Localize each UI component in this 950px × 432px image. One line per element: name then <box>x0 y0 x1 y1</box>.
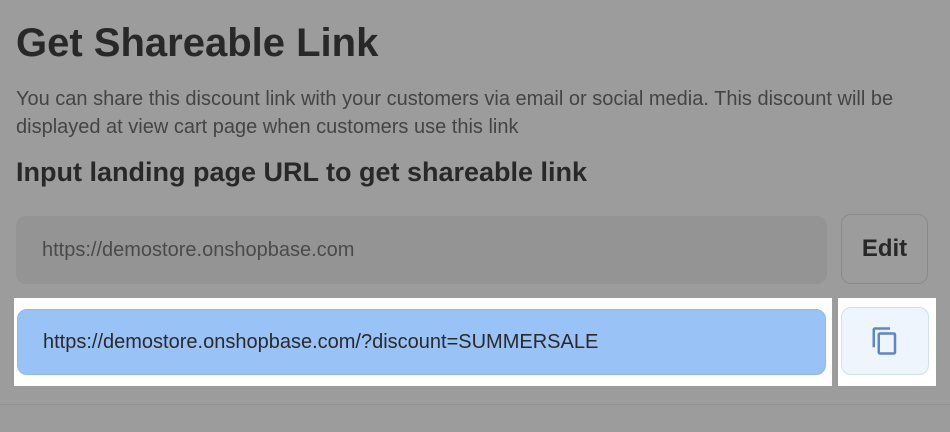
landing-url-value: https://demostore.onshopbase.com <box>42 238 355 261</box>
shareable-link-panel: Get Shareable Link You can share this di… <box>0 0 950 432</box>
edit-button[interactable]: Edit <box>841 214 928 284</box>
shareable-link-field[interactable]: https://demostore.onshopbase.com/?discou… <box>17 309 826 375</box>
bottom-divider <box>0 404 950 405</box>
copy-link-button[interactable] <box>841 307 929 375</box>
copy-button-highlight <box>838 298 936 386</box>
edit-button-label: Edit <box>861 235 908 262</box>
page-title: Get Shareable Link <box>16 21 379 65</box>
landing-url-field[interactable]: https://demostore.onshopbase.com <box>16 216 827 284</box>
landing-url-heading: Input landing page URL to get shareable … <box>16 157 588 187</box>
copy-icon <box>870 326 900 356</box>
shareable-link-highlight: https://demostore.onshopbase.com/?discou… <box>14 298 832 386</box>
shareable-link-value: https://demostore.onshopbase.com/?discou… <box>43 330 599 353</box>
page-description: You can share this discount link with yo… <box>16 88 894 138</box>
